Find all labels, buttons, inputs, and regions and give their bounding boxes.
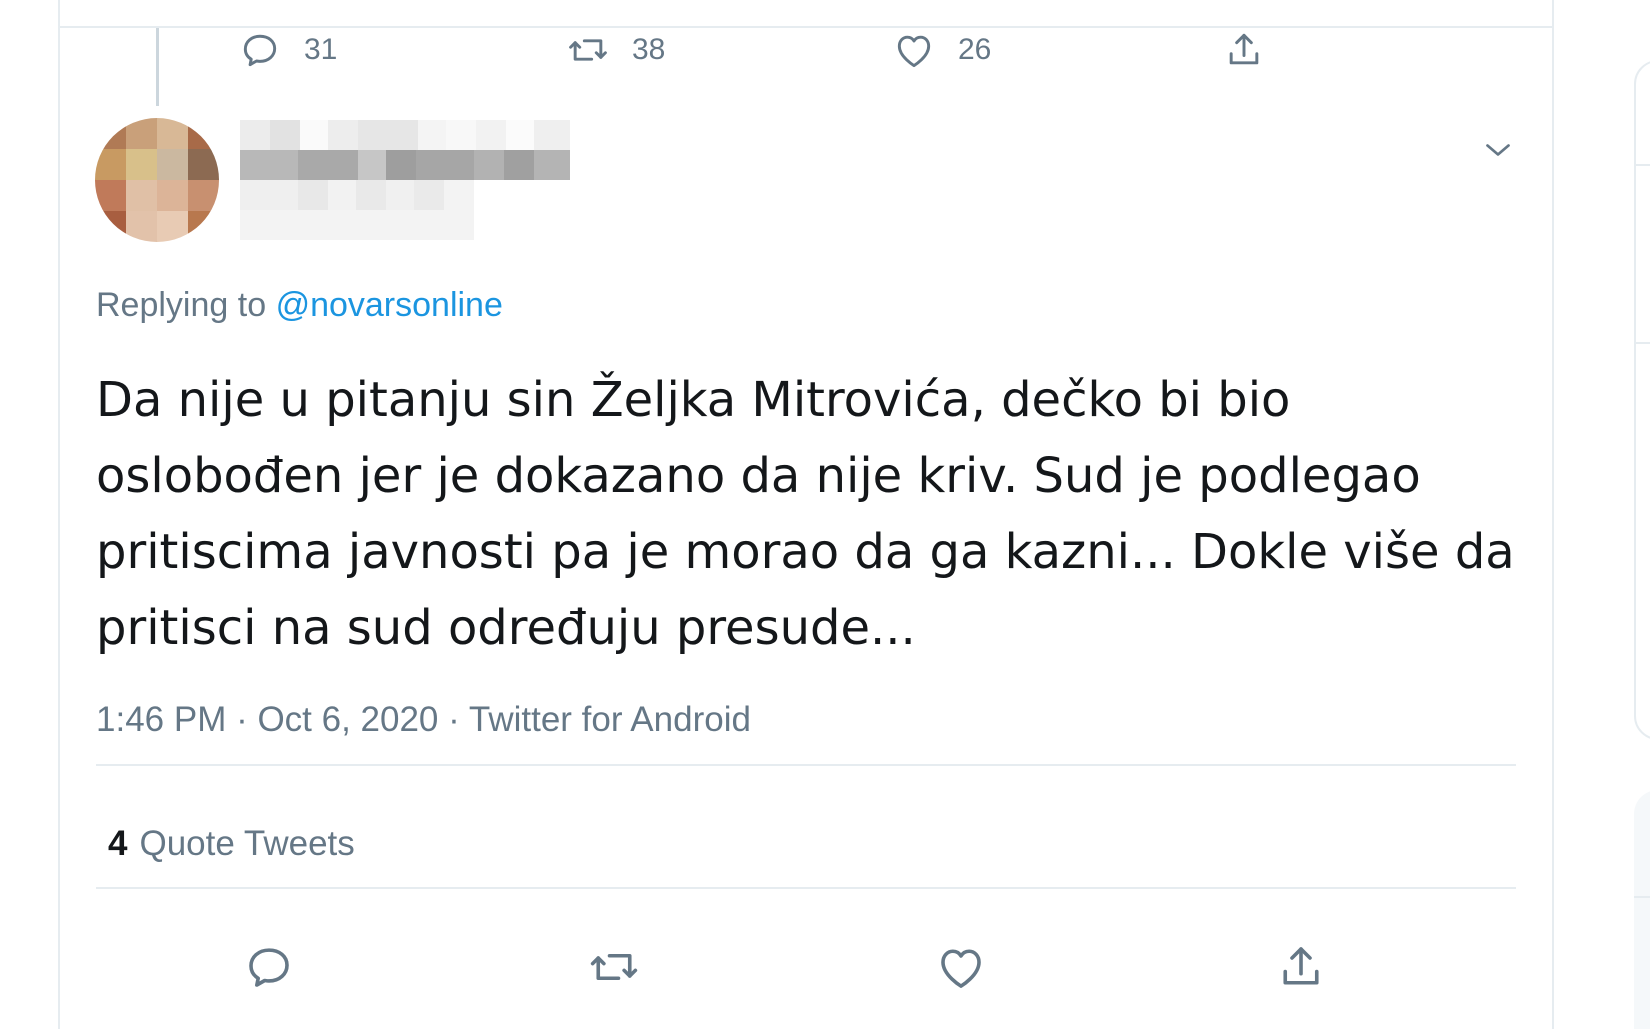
previous-retweet-count: 38 bbox=[632, 33, 666, 66]
quote-tweets-count: 4 bbox=[108, 824, 128, 863]
previous-reply-action[interactable]: 31 bbox=[238, 22, 337, 78]
quote-tweets-link[interactable]: 4 Quote Tweets bbox=[108, 824, 355, 864]
tweet-timestamp[interactable]: 1:46 PM · Oct 6, 2020 · Twitter for Andr… bbox=[96, 700, 751, 740]
sidebar-divider bbox=[1634, 342, 1650, 344]
tweet-text: Da nije u pitanju sin Željka Mitrovića, … bbox=[96, 372, 1515, 656]
retweet-button[interactable] bbox=[587, 940, 641, 994]
sidebar-card-edge bbox=[1634, 790, 1650, 1029]
reply-icon bbox=[249, 948, 289, 987]
more-options-button[interactable] bbox=[1480, 132, 1516, 168]
replying-to: Replying to @novarsonline bbox=[96, 286, 503, 325]
previous-like-action[interactable]: 26 bbox=[892, 22, 991, 78]
tweet-page: 31 38 26 Replying to @novarsonline Da ni… bbox=[0, 0, 1650, 1029]
replying-to-label: Replying to bbox=[96, 286, 267, 324]
quote-tweets-label: Quote Tweets bbox=[139, 824, 355, 863]
heart-icon bbox=[897, 35, 931, 68]
tweet-action-bar bbox=[0, 940, 1650, 1000]
divider bbox=[96, 764, 1516, 766]
previous-reply-count: 31 bbox=[304, 33, 338, 66]
retweet-icon bbox=[569, 39, 607, 61]
divider bbox=[96, 887, 1516, 889]
previous-share-action[interactable] bbox=[1222, 22, 1266, 78]
previous-retweet-action[interactable]: 38 bbox=[566, 22, 665, 78]
sidebar-divider bbox=[1634, 164, 1650, 166]
sidebar-divider bbox=[1634, 896, 1650, 898]
sidebar-card-edge bbox=[1634, 60, 1650, 740]
previous-like-count: 26 bbox=[958, 33, 992, 66]
heart-icon bbox=[941, 949, 981, 988]
like-button[interactable] bbox=[934, 940, 988, 994]
author-name-blurred[interactable] bbox=[240, 120, 570, 240]
reply-button[interactable] bbox=[242, 940, 296, 994]
share-button[interactable] bbox=[1274, 940, 1328, 994]
avatar[interactable] bbox=[95, 118, 219, 242]
reply-icon bbox=[243, 34, 277, 67]
chevron-down-icon bbox=[1486, 144, 1510, 156]
share-icon bbox=[1283, 947, 1319, 985]
previous-tweet-actions: 31 38 26 bbox=[0, 22, 1650, 78]
replying-to-handle-link[interactable]: @novarsonline bbox=[276, 286, 503, 324]
retweet-icon bbox=[590, 953, 638, 981]
share-icon bbox=[1229, 33, 1259, 65]
